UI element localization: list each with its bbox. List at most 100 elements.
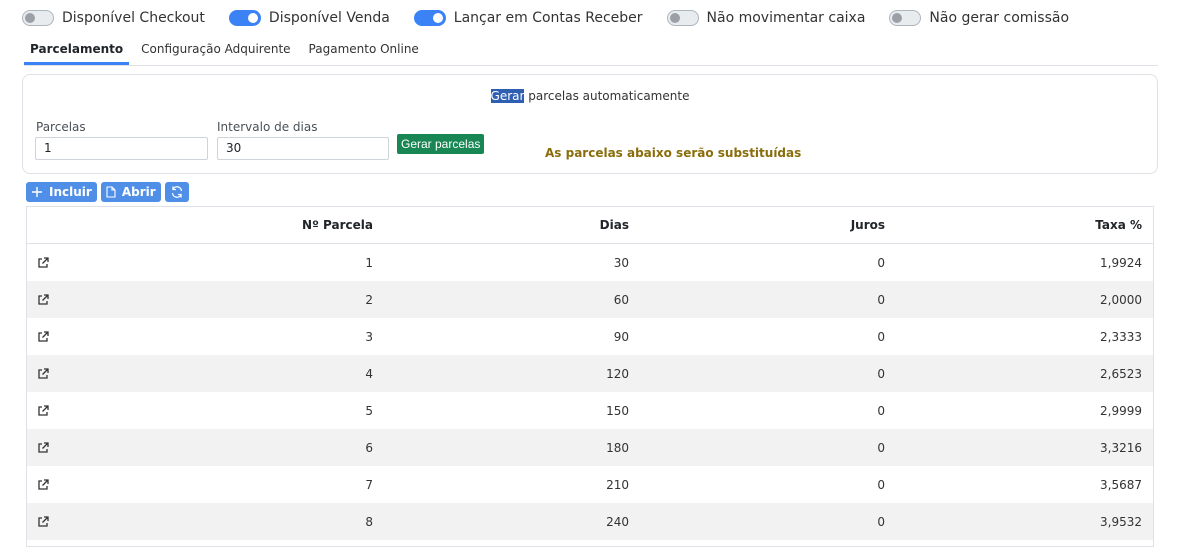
toggle-nao-gerar-comissao[interactable]: Não gerar comissão bbox=[889, 10, 1069, 26]
open-row-cell bbox=[27, 256, 67, 269]
external-link-icon[interactable] bbox=[37, 367, 49, 380]
header-dias[interactable]: Dias bbox=[373, 218, 629, 232]
toggle-label: Disponível Checkout bbox=[62, 10, 205, 26]
table-body: 1 30 0 1,9924 2 60 0 2,0000 3 90 0 2,3333 4 120 0 2,652… bbox=[27, 244, 1153, 540]
cell-taxa: 3,9532 bbox=[1100, 514, 1142, 529]
toggle-nao-movimentar-caixa[interactable]: Não movimentar caixa bbox=[666, 10, 866, 26]
table-header: Nº Parcela Dias Juros Taxa % bbox=[27, 207, 1153, 244]
switch[interactable] bbox=[228, 10, 261, 26]
cell-dias: 150 bbox=[606, 403, 629, 418]
external-link-icon[interactable] bbox=[37, 293, 49, 306]
cell-dias: 90 bbox=[613, 329, 629, 344]
cell-dias: 30 bbox=[613, 255, 629, 270]
switch-knob bbox=[669, 13, 680, 23]
cell-numero-parcela: 4 bbox=[365, 366, 373, 381]
cell-juros: 0 bbox=[877, 292, 885, 307]
cell-dias: 180 bbox=[606, 440, 629, 455]
toggle-label: Disponível Venda bbox=[268, 10, 390, 26]
table-row[interactable]: 7 210 0 3,5687 bbox=[27, 466, 1153, 503]
open-row-cell bbox=[27, 441, 67, 454]
abrir-button[interactable]: Abrir bbox=[100, 182, 161, 202]
external-link-icon[interactable] bbox=[37, 515, 49, 528]
plus-icon bbox=[32, 187, 42, 197]
generate-installments-card: Gerar parcelas automaticamente Parcelas … bbox=[22, 74, 1158, 174]
replace-warning: As parcelas abaixo serão substituídas bbox=[545, 146, 802, 160]
cell-taxa: 2,6523 bbox=[1100, 366, 1142, 381]
gerar-parcelas-button[interactable]: Gerar parcelas bbox=[397, 134, 485, 154]
switch-knob bbox=[892, 13, 903, 23]
cell-taxa: 3,3216 bbox=[1100, 440, 1142, 455]
cell-taxa: 3,5687 bbox=[1100, 477, 1142, 492]
card-title-highlight: Gerar bbox=[490, 89, 525, 103]
toggle-label: Não gerar comissão bbox=[929, 10, 1070, 26]
cell-juros: 0 bbox=[877, 477, 885, 492]
open-row-cell bbox=[27, 404, 67, 417]
cell-taxa: 2,9999 bbox=[1100, 403, 1142, 418]
cell-juros: 0 bbox=[877, 440, 885, 455]
cell-taxa: 2,0000 bbox=[1100, 292, 1142, 307]
cell-juros: 0 bbox=[877, 255, 885, 270]
table-row[interactable]: 2 60 0 2,0000 bbox=[27, 281, 1153, 318]
cell-taxa: 2,3333 bbox=[1100, 329, 1142, 344]
cell-juros: 0 bbox=[877, 403, 885, 418]
cell-taxa: 1,9924 bbox=[1100, 255, 1142, 270]
external-link-icon[interactable] bbox=[37, 404, 49, 417]
open-row-cell bbox=[27, 515, 67, 528]
parcelas-label: Parcelas bbox=[36, 120, 86, 134]
table-row[interactable]: 6 180 0 3,3216 bbox=[27, 429, 1153, 466]
table-row[interactable]: 5 150 0 2,9999 bbox=[27, 392, 1153, 429]
external-link-icon[interactable] bbox=[37, 256, 49, 269]
refresh-button[interactable] bbox=[164, 182, 189, 202]
card-title-text: parcelas automaticamente bbox=[524, 89, 690, 103]
cell-numero-parcela: 3 bbox=[365, 329, 373, 344]
open-row-cell bbox=[27, 367, 67, 380]
toggle-label: Lançar em Contas Receber bbox=[453, 10, 643, 26]
card-title: Gerar parcelas automaticamente bbox=[23, 89, 1157, 103]
cell-juros: 0 bbox=[877, 329, 885, 344]
external-link-icon[interactable] bbox=[37, 441, 49, 454]
cell-dias: 240 bbox=[606, 514, 629, 529]
table-row[interactable]: 3 90 0 2,3333 bbox=[27, 318, 1153, 355]
installments-table: Nº Parcela Dias Juros Taxa % 1 30 0 1,9924 2… bbox=[26, 206, 1154, 547]
table-row[interactable]: 4 120 0 2,6523 bbox=[27, 355, 1153, 392]
toggle-disponivel-checkout[interactable]: Disponível Checkout bbox=[22, 10, 205, 26]
switch[interactable] bbox=[666, 10, 699, 26]
cell-juros: 0 bbox=[877, 366, 885, 381]
table-row[interactable]: 8 240 0 3,9532 bbox=[27, 503, 1153, 540]
cell-numero-parcela: 7 bbox=[365, 477, 373, 492]
incluir-button[interactable]: Incluir bbox=[26, 182, 97, 202]
tab-configuracao-adquirente[interactable]: Configuração Adquirente bbox=[135, 36, 296, 65]
intervalo-dias-input[interactable]: 30 bbox=[217, 137, 389, 160]
cell-dias: 60 bbox=[613, 292, 629, 307]
file-icon bbox=[106, 186, 116, 198]
toggle-disponivel-venda[interactable]: Disponível Venda bbox=[228, 10, 390, 26]
tab-pagamento-online[interactable]: Pagamento Online bbox=[303, 36, 425, 65]
cell-dias: 120 bbox=[606, 366, 629, 381]
header-numero-parcela[interactable]: Nº Parcela bbox=[67, 218, 373, 232]
cell-numero-parcela: 2 bbox=[365, 292, 373, 307]
cell-numero-parcela: 5 bbox=[365, 403, 373, 418]
table-row[interactable]: 1 30 0 1,9924 bbox=[27, 244, 1153, 281]
cell-numero-parcela: 8 bbox=[365, 514, 373, 529]
refresh-icon bbox=[171, 186, 182, 198]
parcelas-input[interactable]: 1 bbox=[35, 137, 208, 160]
open-row-cell bbox=[27, 478, 67, 491]
switch[interactable] bbox=[22, 10, 54, 26]
external-link-icon[interactable] bbox=[37, 478, 49, 491]
toggle-bar: Disponível Checkout Disponível Venda Lan… bbox=[22, 8, 1093, 28]
tab-bar: Parcelamento Configuração Adquirente Pag… bbox=[24, 36, 1158, 66]
intervalo-dias-label: Intervalo de dias bbox=[217, 120, 318, 134]
grid-toolbar: Incluir Abrir bbox=[26, 182, 193, 202]
tab-parcelamento[interactable]: Parcelamento bbox=[24, 36, 130, 65]
switch[interactable] bbox=[889, 10, 922, 26]
header-juros[interactable]: Juros bbox=[629, 218, 885, 232]
abrir-label: Abrir bbox=[121, 185, 156, 199]
cell-numero-parcela: 1 bbox=[365, 255, 373, 270]
open-row-cell bbox=[27, 293, 67, 306]
toggle-label: Não movimentar caixa bbox=[706, 10, 866, 26]
toggle-lancar-contas-receber[interactable]: Lançar em Contas Receber bbox=[413, 10, 643, 26]
header-taxa[interactable]: Taxa % bbox=[885, 218, 1142, 232]
external-link-icon[interactable] bbox=[37, 330, 49, 343]
cell-juros: 0 bbox=[877, 514, 885, 529]
switch[interactable] bbox=[413, 10, 446, 26]
